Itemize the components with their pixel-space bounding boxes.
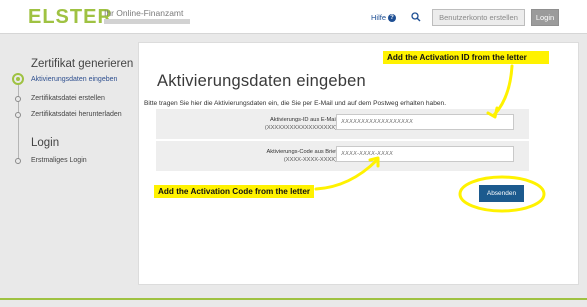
step-indicator: [15, 158, 21, 164]
step-connector-line: [18, 76, 19, 164]
submit-button[interactable]: Absenden: [479, 185, 524, 202]
page-title: Aktivierungsdaten eingeben: [157, 72, 366, 90]
help-link[interactable]: Hilfe ?: [371, 13, 397, 22]
tagline-underline: [104, 19, 190, 24]
footer-bar: [0, 298, 587, 307]
page-description: Bitte tragen Sie hier die Aktivierungsda…: [144, 100, 447, 107]
form-row-activation-code: Aktivierungs-Code aus Brief (XXXX-XXXX-X…: [156, 141, 529, 171]
form-row-activation-id: Aktivierungs-ID aus E-Mail (XXXXXXXXXXXX…: [156, 109, 529, 139]
callout-activation-code: Add the Activation Code from the letter: [154, 185, 314, 198]
label-hint: (XXXX-XXXX-XXXX): [283, 157, 337, 163]
create-account-button[interactable]: Benutzerkonto erstellen: [432, 9, 525, 26]
label-text: Aktivierungs-Code aus Brief: [266, 149, 338, 155]
question-circle-icon: ?: [388, 13, 397, 22]
activation-id-input[interactable]: [336, 114, 514, 130]
sidebar-section-title-login: Login: [31, 137, 60, 149]
sidebar-item-first-login[interactable]: Erstmaliges Login: [31, 157, 87, 164]
sidebar-section-title-certificate: Zertifikat generieren: [31, 58, 134, 70]
sidebar-item-download-certificate[interactable]: Zertifikatsdatei herunterladen: [31, 111, 122, 118]
top-header: ELSTER Ihr Online-Finanzamt Hilfe ? Benu…: [0, 0, 587, 34]
callout-activation-id: Add the Activation ID from the letter: [383, 51, 549, 64]
field-label-activation-code: Aktivierungs-Code aus Brief (XXXX-XXXX-X…: [267, 148, 338, 164]
login-button[interactable]: Login: [531, 9, 559, 26]
label-hint: (XXXXXXXXXXXXXXXXXX): [264, 125, 337, 131]
label-text: Aktivierungs-ID aus E-Mail: [269, 117, 337, 123]
step-active-indicator: [12, 73, 24, 85]
tagline: Ihr Online-Finanzamt: [104, 8, 184, 18]
step-indicator: [15, 112, 21, 118]
step-indicator: [15, 96, 21, 102]
search-icon[interactable]: [411, 12, 421, 22]
activation-code-input[interactable]: [336, 146, 514, 162]
sidebar-item-activation-data[interactable]: Aktivierungsdaten eingeben: [31, 76, 117, 83]
field-label-activation-id: Aktivierungs-ID aus E-Mail (XXXXXXXXXXXX…: [265, 116, 337, 132]
help-label: Hilfe: [371, 13, 387, 22]
sidebar-item-create-certificate[interactable]: Zertifikatsdatei erstellen: [31, 95, 105, 102]
elster-logo[interactable]: ELSTER: [28, 6, 113, 29]
